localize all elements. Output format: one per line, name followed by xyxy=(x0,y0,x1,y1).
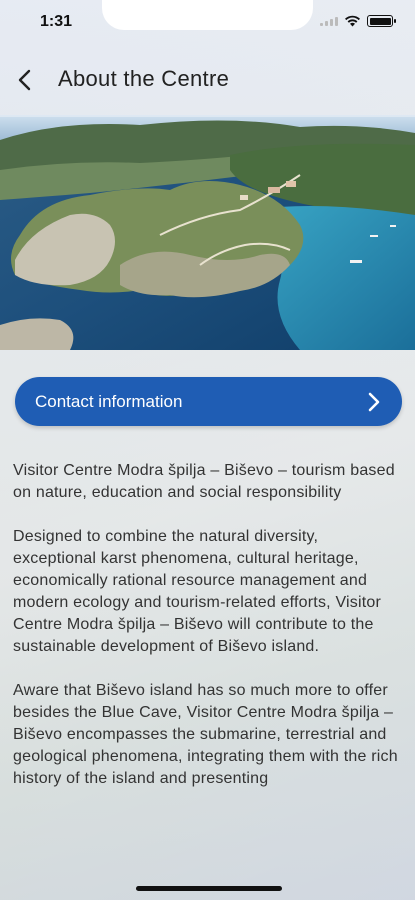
header: About the Centre xyxy=(0,55,415,105)
notch xyxy=(102,0,313,30)
aerial-island-photo xyxy=(0,115,415,350)
contact-information-label: Contact information xyxy=(35,391,183,411)
intro-paragraph: Visitor Centre Modra špilja – Biševo – t… xyxy=(13,462,395,501)
status-icons xyxy=(320,15,396,27)
page-title: About the Centre xyxy=(58,66,230,91)
contact-information-button[interactable]: Contact information xyxy=(15,377,402,426)
hero-image xyxy=(0,115,415,350)
wifi-icon xyxy=(345,15,360,27)
signal-icon xyxy=(320,16,338,26)
status-bar: 1:31 xyxy=(0,0,415,44)
about-content: Visitor Centre Modra špilja – Biševo – t… xyxy=(13,460,403,812)
home-indicator[interactable] xyxy=(136,886,282,891)
status-time: 1:31 xyxy=(40,13,73,30)
design-paragraph: Designed to combine the natural diversit… xyxy=(13,528,382,655)
aware-paragraph: Aware that Biševo island has so much mor… xyxy=(13,682,398,787)
back-arrow-icon[interactable] xyxy=(14,67,38,93)
battery-icon xyxy=(367,15,396,27)
chevron-right-icon xyxy=(368,392,380,411)
